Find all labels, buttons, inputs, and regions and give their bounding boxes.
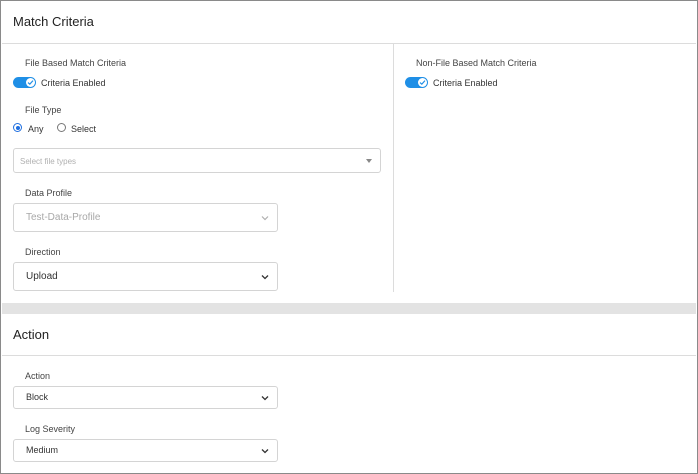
direction-select[interactable]: Upload	[13, 262, 278, 291]
file-type-select-radio[interactable]	[57, 123, 66, 132]
divider	[2, 355, 696, 356]
file-based-criteria-toggle[interactable]	[13, 77, 36, 88]
chevron-down-icon	[261, 449, 269, 454]
check-icon	[418, 78, 427, 87]
direction-label: Direction	[25, 247, 61, 257]
data-profile-value: Test-Data-Profile	[26, 212, 101, 223]
log-severity-select[interactable]: Medium	[13, 439, 278, 462]
non-file-based-heading: Non-File Based Match Criteria	[416, 58, 537, 68]
column-divider	[393, 44, 394, 292]
match-criteria-title: Match Criteria	[13, 14, 94, 29]
data-profile-select[interactable]: Test-Data-Profile	[13, 203, 278, 232]
section-separator	[2, 303, 696, 314]
check-icon	[26, 78, 35, 87]
log-severity-value: Medium	[26, 445, 59, 455]
divider	[2, 43, 696, 44]
caret-down-icon	[366, 159, 372, 163]
chevron-down-icon	[261, 396, 269, 401]
action-section-title: Action	[13, 327, 50, 342]
non-file-based-toggle-label: Criteria Enabled	[433, 78, 498, 88]
file-based-heading: File Based Match Criteria	[25, 58, 127, 68]
data-profile-label: Data Profile	[25, 188, 73, 198]
file-based-toggle-label: Criteria Enabled	[41, 78, 106, 88]
action-label: Action	[25, 371, 51, 381]
file-type-label: File Type	[25, 105, 62, 115]
file-type-any-radio[interactable]	[13, 123, 22, 132]
file-type-select-label: Select	[71, 124, 97, 134]
policy-panel: Match Criteria File Based Match Criteria…	[0, 0, 698, 474]
chevron-down-icon	[261, 275, 269, 280]
file-types-placeholder: Select file types	[20, 157, 77, 166]
file-type-any-label: Any	[28, 124, 44, 134]
chevron-down-icon	[261, 216, 269, 221]
log-severity-label: Log Severity	[25, 424, 76, 434]
action-value: Block	[26, 392, 49, 402]
file-types-select[interactable]: Select file types	[13, 148, 381, 173]
action-select[interactable]: Block	[13, 386, 278, 409]
direction-value: Upload	[26, 271, 58, 282]
non-file-based-criteria-toggle[interactable]	[405, 77, 428, 88]
